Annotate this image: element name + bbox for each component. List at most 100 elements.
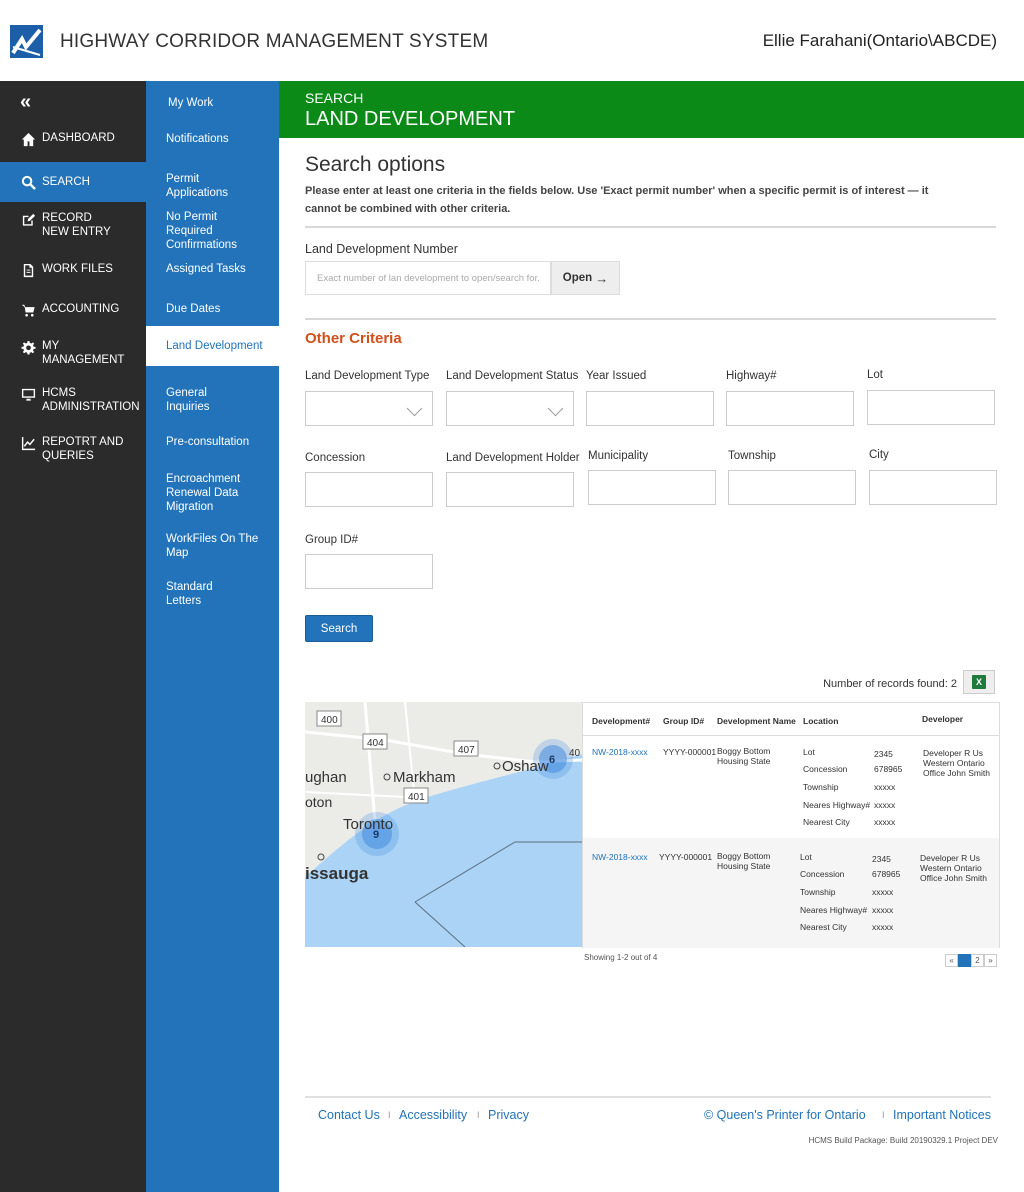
table-row[interactable]: NW-2018-xxxx YYYY-000001 Boggy Bottom Ho… (583, 736, 999, 838)
location-label: Lot (803, 747, 815, 757)
nav-item-record-new-entry[interactable]: RECORD NEW ENTRY (0, 211, 118, 239)
township-label: Township (728, 450, 776, 462)
map-label: 407 (458, 745, 475, 756)
map-cluster-count[interactable]: 9 (373, 829, 379, 841)
concession-input[interactable] (305, 472, 433, 507)
export-excel-button[interactable]: X (963, 670, 995, 694)
privacy-link[interactable]: Privacy (488, 1108, 529, 1122)
land-development-type-select[interactable] (305, 391, 433, 426)
gear-icon (20, 339, 36, 355)
main-nav: « DASHBOARD SEARCH RECORD NEW ENTRY WORK… (0, 81, 146, 1192)
subnav-item-land-development[interactable]: Land Development (146, 326, 279, 366)
first-page-button[interactable]: « (945, 954, 958, 967)
subnav-item-assigned-tasks[interactable]: Assigned Tasks (166, 262, 271, 276)
app-logo (10, 25, 43, 58)
group-id-input[interactable] (305, 554, 433, 589)
last-page-button[interactable]: » (984, 954, 997, 967)
nav-item-hcms-administration[interactable]: HCMS ADMINISTRATION (0, 386, 140, 414)
year-issued-input[interactable] (586, 391, 714, 426)
location-label: Township (800, 887, 836, 897)
search-instructions: Please enter at least one criteria in th… (305, 185, 929, 215)
map-label: 401 (408, 792, 425, 803)
subnav-item-no-permit-required[interactable]: No Permit Required Confirmations (166, 210, 246, 252)
ldn-label: Land Development Number (305, 242, 458, 256)
subnav-item-permit-applications[interactable]: Permit Applications (166, 172, 246, 200)
lot-label: Lot (867, 369, 883, 381)
nav-item-label: MY MANAGEMENT (42, 340, 125, 366)
map-cluster-count[interactable]: 6 (549, 754, 555, 766)
location-label: Nearest City (800, 922, 847, 932)
column-header[interactable]: Location (803, 716, 838, 726)
results-map[interactable]: 400 404 407 401 ughan Markham Oshaw oton… (305, 702, 582, 947)
nav-item-label: ACCOUNTING (42, 303, 120, 315)
column-header[interactable]: Development# (592, 716, 650, 726)
copyright-link[interactable]: © Queen's Printer for Ontario (704, 1108, 866, 1122)
user-name[interactable]: Ellie Farahani(Ontario\ABCDE) (763, 31, 997, 51)
edit-icon (20, 211, 36, 227)
records-found: Number of records found: 2 (823, 678, 957, 690)
location-value: xxxxx (872, 905, 894, 915)
location-value: xxxxx (874, 782, 896, 792)
subnav-item-my-work[interactable]: My Work (168, 96, 273, 110)
column-header[interactable]: Group ID# (663, 716, 704, 726)
group-id-label: Group ID# (305, 534, 359, 546)
township-input[interactable] (728, 470, 856, 505)
column-header[interactable]: Developer (922, 714, 963, 724)
highway-input[interactable] (726, 391, 854, 426)
nav-item-reports[interactable]: REPOTRT AND QUERIES (0, 435, 130, 463)
group-id-cell: YYYY-000001 (659, 852, 713, 862)
land-development-number-input[interactable]: Exact number of lan development to open/… (305, 261, 551, 295)
important-notices-link[interactable]: Important Notices (893, 1108, 991, 1122)
city-label: City (869, 449, 889, 461)
year-label: Year Issued (586, 370, 647, 382)
lot-input[interactable] (867, 390, 995, 425)
location-value: xxxxx (874, 817, 896, 827)
development-link[interactable]: NW-2018-xxxx (592, 747, 648, 757)
nav-item-work-files[interactable]: WORK FILES (0, 262, 146, 278)
nav-item-dashboard[interactable]: DASHBOARD (0, 131, 146, 151)
nav-item-label: REPOTRT AND QUERIES (42, 436, 124, 462)
city-input[interactable] (869, 470, 997, 505)
subnav-item-due-dates[interactable]: Due Dates (166, 302, 271, 316)
holder-label: Land Development Holder (446, 452, 580, 464)
search-button[interactable]: Search (305, 615, 373, 642)
location-value: xxxxx (874, 800, 896, 810)
development-link[interactable]: NW-2018-xxxx (592, 852, 648, 862)
subnav-item-standard-letters[interactable]: Standard Letters (166, 580, 226, 608)
nav-item-accounting[interactable]: ACCOUNTING (0, 302, 146, 318)
location-value: xxxxx (872, 887, 894, 897)
subnav-item-notifications[interactable]: Notifications (166, 132, 271, 146)
page-button[interactable]: 2 (971, 954, 984, 967)
collapse-nav-icon[interactable]: « (20, 91, 31, 114)
accessibility-link[interactable]: Accessibility (399, 1108, 467, 1122)
contact-us-link[interactable]: Contact Us (318, 1108, 380, 1122)
breadcrumb: SEARCH (305, 90, 364, 106)
column-header[interactable]: Development Name (717, 716, 796, 726)
pagination: « 1 2 » (945, 954, 997, 967)
location-value: 2345 (872, 854, 891, 864)
table-row[interactable]: NW-2018-xxxx YYYY-000001 Boggy Bottom Ho… (583, 838, 999, 948)
subnav-item-pre-consultation[interactable]: Pre-consultation (166, 435, 271, 449)
land-development-holder-input[interactable] (446, 472, 574, 507)
location-label: Lot (800, 852, 812, 862)
land-development-status-select[interactable] (446, 391, 574, 426)
subnav-item-general-inquiries[interactable]: General Inquiries (166, 386, 236, 414)
results-table: Development# Group ID# Development Name … (582, 702, 1000, 948)
location-label: Concession (800, 869, 845, 879)
open-button[interactable]: Open → (551, 261, 620, 295)
arrow-right-icon: → (595, 270, 609, 286)
page-title-bar: SEARCH LAND DEVELOPMENT (279, 81, 1024, 138)
nav-item-search[interactable]: SEARCH (0, 162, 146, 202)
subnav-item-workfiles-on-map[interactable]: WorkFiles On The Map (166, 532, 261, 560)
map-label: Toronto (343, 816, 393, 833)
developer-cell: Developer R Us Western Ontario Office Jo… (920, 853, 987, 883)
subnav-item-encroachment-renewal[interactable]: Encroachment Renewal Data Migration (166, 472, 251, 514)
location-label: Township (803, 782, 839, 792)
highway-label: Highway# (726, 370, 777, 382)
page-button[interactable]: 1 (958, 954, 971, 967)
nav-item-my-management[interactable]: MY MANAGEMENT (0, 339, 124, 367)
nav-item-label: WORK FILES (42, 263, 113, 275)
other-criteria-heading: Other Criteria (305, 330, 402, 347)
municipality-input[interactable] (588, 470, 716, 505)
divider (305, 226, 996, 228)
